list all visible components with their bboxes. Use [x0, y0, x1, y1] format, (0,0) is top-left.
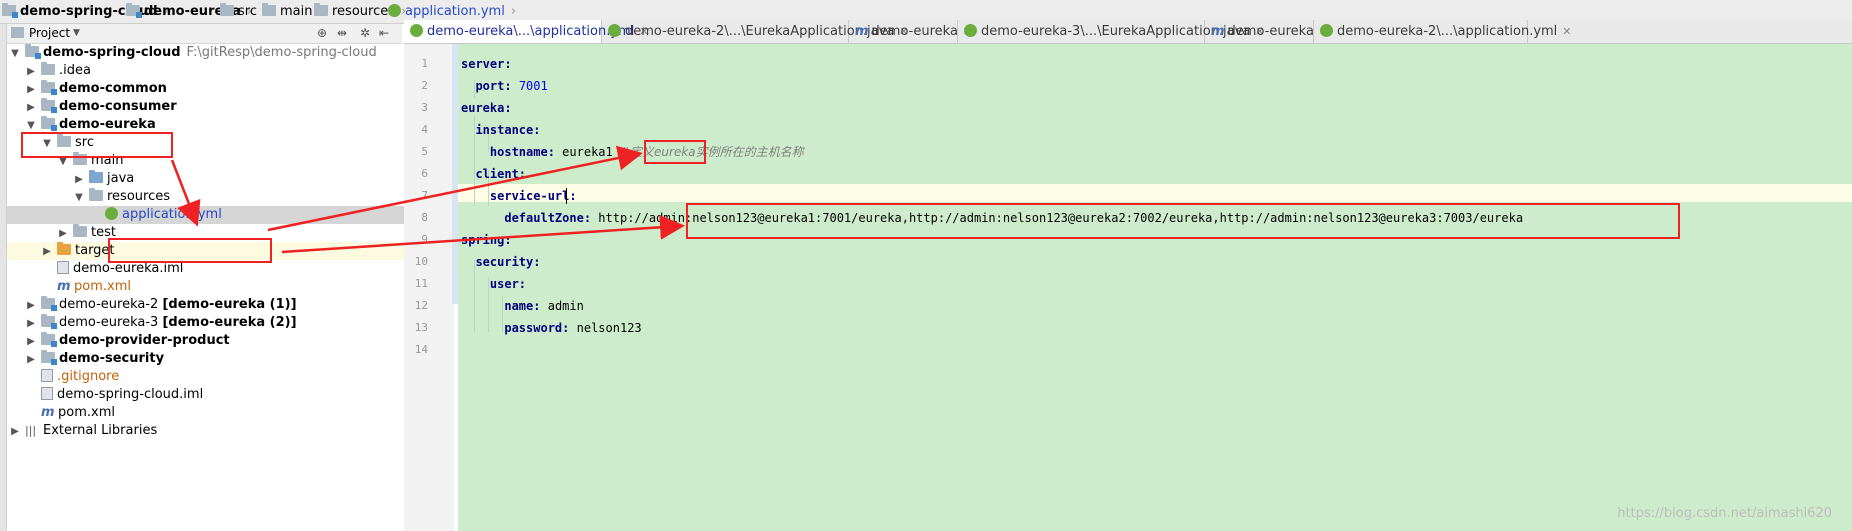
arrow-to-default-zone — [281, 214, 685, 254]
arrow-to-hostname — [267, 145, 643, 232]
arrow-to-application-yml — [170, 159, 201, 227]
watermark: https://blog.csdn.net/aimashi620 — [1617, 506, 1832, 521]
annotation-arrows — [170, 145, 685, 254]
